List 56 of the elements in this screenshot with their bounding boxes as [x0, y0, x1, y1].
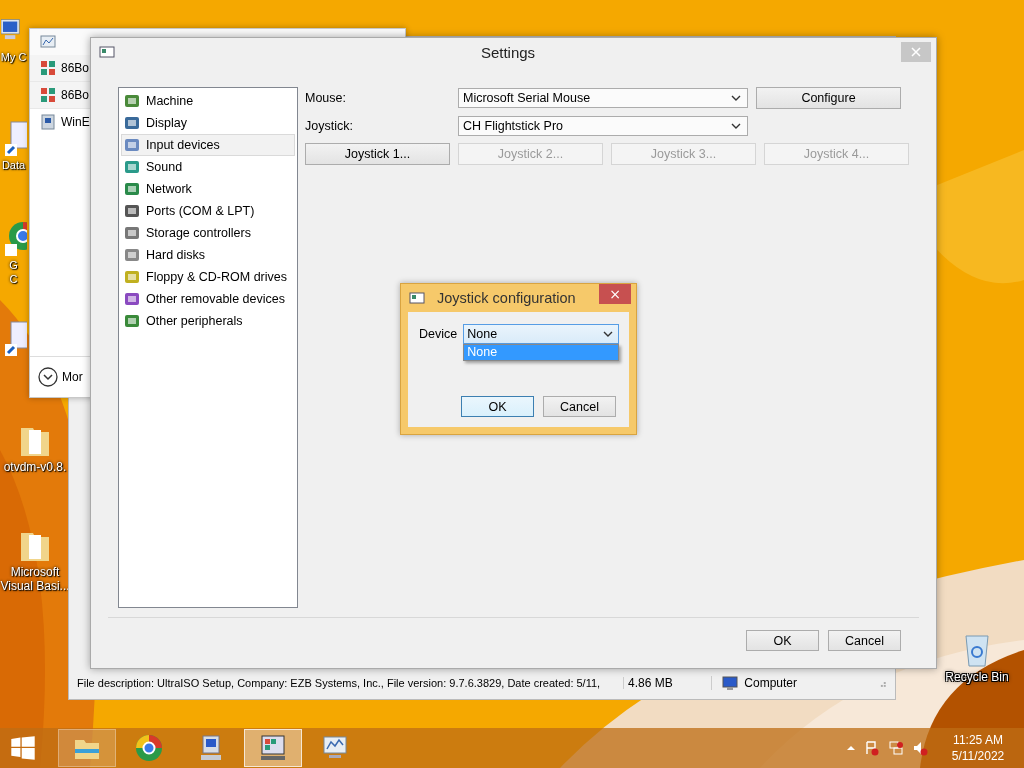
ok-button[interactable]: OK — [461, 396, 534, 417]
configure-button[interactable]: Configure — [756, 87, 901, 109]
category-item[interactable]: Input devices — [121, 134, 295, 156]
chip-icon — [40, 60, 56, 76]
speaker-muted-icon[interactable] — [912, 740, 928, 756]
launcher-item[interactable]: 86Bo — [30, 55, 91, 82]
chart-icon — [40, 34, 56, 50]
clock-date: 5/11/2022 — [951, 748, 1005, 764]
chip-icon — [40, 87, 56, 103]
window-icon — [409, 290, 425, 306]
taskbar-button[interactable] — [58, 729, 116, 767]
category-item[interactable]: Network — [121, 178, 295, 200]
category-item[interactable]: Sound — [121, 156, 295, 178]
ok-button[interactable]: OK — [746, 630, 819, 651]
field-label: Mouse: — [305, 91, 347, 105]
category-item[interactable]: Ports (COM & LPT) — [121, 200, 295, 222]
mouse-dropdown[interactable]: Microsoft Serial Mouse — [458, 88, 748, 108]
cancel-button[interactable]: Cancel — [543, 396, 616, 417]
joystick-dropdown[interactable]: CH Flightstick Pro — [458, 116, 748, 136]
chevron-down-icon — [731, 95, 741, 101]
clock[interactable]: 11:25 AM 5/11/2022 — [946, 732, 1010, 764]
computer-icon — [40, 114, 56, 130]
clock-time: 11:25 AM — [953, 732, 1003, 748]
computer-icon — [258, 733, 288, 763]
category-item[interactable]: Other peripherals — [121, 310, 295, 332]
chevron-down-icon — [38, 367, 58, 387]
flag-icon[interactable] — [864, 740, 880, 756]
chevron-down-icon — [731, 123, 741, 129]
category-item[interactable]: Other removable devices — [121, 288, 295, 310]
category-item[interactable]: Hard disks — [121, 244, 295, 266]
launcher-item[interactable]: 86Bo — [30, 82, 91, 109]
status-text: File description: UltraISO Setup, Company: EZB Systems, Inc., File version: 9.7.6.3829, Date created: 5/11, — [73, 677, 624, 689]
status-size: 4.86 MB — [624, 676, 713, 690]
window-title: Settings — [479, 43, 537, 61]
close-icon — [911, 47, 921, 57]
window-icon — [99, 44, 115, 60]
windows-logo-icon[interactable] — [10, 735, 36, 761]
joystick-button[interactable]: Joystick 1... — [305, 143, 450, 165]
close-button[interactable]: × — [599, 284, 631, 304]
network-icon[interactable] — [888, 740, 904, 756]
chrome-icon — [134, 733, 164, 763]
category-item[interactable]: Floppy & CD-ROM drives — [121, 266, 295, 288]
field-label: Joystick: — [305, 119, 354, 133]
chevron-down-icon — [603, 331, 614, 337]
show-hidden-icons-icon[interactable] — [846, 745, 856, 751]
status-zone: Computer — [744, 676, 797, 690]
taskbar-button[interactable] — [244, 729, 302, 767]
field-label: Device — [419, 326, 458, 343]
category-item[interactable]: Machine — [121, 90, 295, 112]
cancel-button[interactable]: Cancel — [828, 630, 901, 651]
more-button[interactable]: Mor — [30, 356, 91, 397]
computer-icon — [722, 675, 739, 691]
category-item[interactable]: Storage controllers — [121, 222, 295, 244]
category-item[interactable]: Display — [121, 112, 295, 134]
device-dropdown[interactable]: None — [463, 324, 620, 344]
dialog-title: Joystick configuration — [437, 290, 577, 306]
